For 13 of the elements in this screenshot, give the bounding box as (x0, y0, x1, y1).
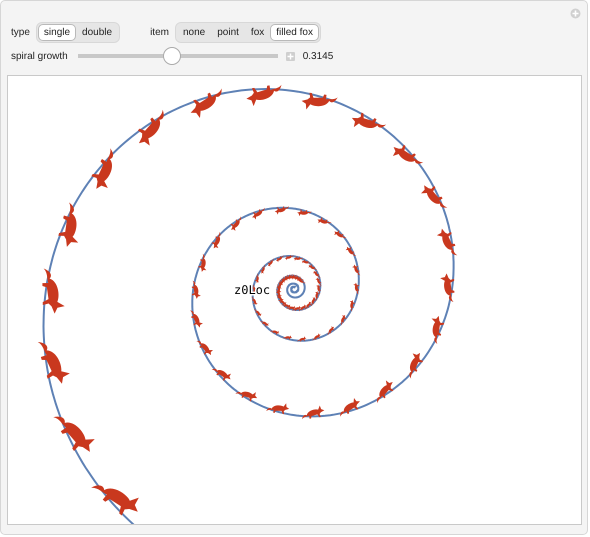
option-button[interactable]: filled fox (270, 24, 319, 40)
slider-value: 0.3145 (302, 50, 334, 62)
option-button[interactable]: fox (244, 24, 270, 40)
option-button[interactable]: single (38, 24, 76, 40)
option-button[interactable]: point (211, 24, 245, 40)
option-button[interactable]: none (176, 24, 212, 40)
option-button[interactable]: double (76, 24, 118, 40)
control-label: item (150, 26, 169, 38)
slider-label: spiral growth (11, 50, 68, 62)
add-icon[interactable] (570, 8, 581, 19)
slider-thumb[interactable] (162, 47, 181, 65)
add-icon[interactable] (286, 52, 295, 60)
control-label: type (11, 26, 30, 38)
